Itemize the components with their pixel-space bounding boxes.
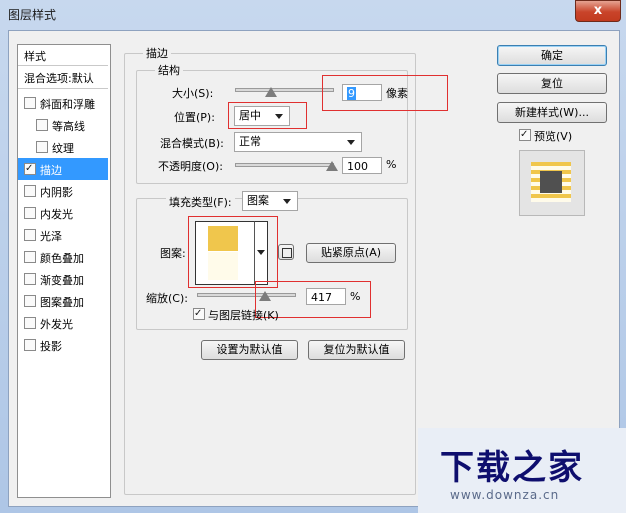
sidebar-item-checkbox[interactable] xyxy=(24,295,36,307)
sidebar-item[interactable]: 内阴影 xyxy=(18,180,108,202)
set-default-button[interactable]: 设置为默认值 xyxy=(201,340,298,360)
blend-mode-value: 正常 xyxy=(239,135,261,148)
preview-thumbnail xyxy=(519,150,585,216)
sidebar-item[interactable]: 投影 xyxy=(18,334,108,356)
link-with-layer-label: 与图层链接(K) xyxy=(208,309,279,322)
preview-label: 预览(V) xyxy=(534,130,573,143)
sidebar-item[interactable]: ✓ 描边 xyxy=(18,158,108,180)
opacity-label: 不透明度(O): xyxy=(158,160,223,173)
fill-type-label: 填充类型(F): xyxy=(166,194,235,210)
sidebar-item-label: 斜面和浮雕 xyxy=(40,98,95,111)
sidebar-item-label: 颜色叠加 xyxy=(40,252,84,265)
pattern-label: 图案: xyxy=(160,247,186,260)
scale-label: 缩放(C): xyxy=(146,292,188,305)
sidebar-item[interactable]: 渐变叠加 xyxy=(18,268,108,290)
chevron-down-icon xyxy=(283,199,291,204)
style-list-header[interactable]: 样式 xyxy=(18,45,108,66)
sidebar-item-label: 外发光 xyxy=(40,318,73,331)
size-slider[interactable] xyxy=(235,88,334,92)
sidebar-item-checkbox[interactable] xyxy=(24,229,36,241)
checkmark-icon: ✓ xyxy=(25,163,34,174)
fill-type-select[interactable]: 图案 xyxy=(242,191,298,211)
size-slider-thumb[interactable] xyxy=(265,87,277,97)
chevron-down-icon xyxy=(347,140,355,145)
close-button[interactable]: x xyxy=(575,0,621,22)
sidebar-item-checkbox[interactable] xyxy=(36,119,48,131)
pattern-highlight-box xyxy=(188,216,278,288)
size-highlight-box xyxy=(322,75,448,111)
sidebar-item-label: 等高线 xyxy=(52,120,85,133)
styles-label: 样式 xyxy=(24,50,46,63)
reset-default-button[interactable]: 复位为默认值 xyxy=(308,340,405,360)
opacity-input[interactable]: 100 xyxy=(342,157,382,174)
watermark-logo: 下载之家 xyxy=(440,448,584,488)
position-label: 位置(P): xyxy=(174,111,215,124)
fill-type-value: 图案 xyxy=(247,194,269,207)
sidebar-item[interactable]: 斜面和浮雕 xyxy=(18,92,108,114)
blend-mode-select[interactable]: 正常 xyxy=(234,132,362,152)
sidebar-item-label: 纹理 xyxy=(52,142,74,155)
new-preset-button[interactable] xyxy=(278,244,294,260)
link-with-layer-checkbox[interactable]: ✓ xyxy=(193,308,205,320)
opacity-slider[interactable] xyxy=(235,163,334,167)
sidebar-item-label: 渐变叠加 xyxy=(40,274,84,287)
sidebar-item-label: 内发光 xyxy=(40,208,73,221)
sidebar-item-checkbox[interactable]: ✓ xyxy=(24,163,36,175)
close-icon: x xyxy=(593,3,603,18)
sidebar-item-label: 投影 xyxy=(40,340,62,353)
checkmark-icon: ✓ xyxy=(520,129,529,140)
stroke-group-title: 描边 xyxy=(143,45,171,61)
sidebar-item[interactable]: 颜色叠加 xyxy=(18,246,108,268)
opacity-slider-thumb[interactable] xyxy=(326,161,338,171)
sidebar-item-checkbox[interactable] xyxy=(24,207,36,219)
sidebar-item-label: 图案叠加 xyxy=(40,296,84,309)
sidebar-item[interactable]: 等高线 xyxy=(18,114,108,136)
sidebar-item[interactable]: 外发光 xyxy=(18,312,108,334)
sidebar-item[interactable]: 图案叠加 xyxy=(18,290,108,312)
opacity-unit: % xyxy=(386,158,397,171)
sidebar-item-checkbox[interactable] xyxy=(24,273,36,285)
sidebar-item-label: 内阴影 xyxy=(40,186,73,199)
sidebar-item[interactable]: 内发光 xyxy=(18,202,108,224)
sidebar-item-checkbox[interactable] xyxy=(24,317,36,329)
blend-options-item[interactable]: 混合选项:默认 xyxy=(18,66,108,89)
checkmark-icon: ✓ xyxy=(194,308,203,319)
preview-checkbox[interactable]: ✓ xyxy=(519,129,531,141)
watermark-url: www.downza.cn xyxy=(450,488,560,502)
sidebar-item[interactable]: 光泽 xyxy=(18,224,108,246)
sidebar-item[interactable]: 纹理 xyxy=(18,136,108,158)
sidebar-item-checkbox[interactable] xyxy=(36,141,48,153)
title-bar[interactable] xyxy=(0,0,626,30)
new-style-button[interactable]: 新建样式(W)... xyxy=(497,102,607,123)
reset-button[interactable]: 复位 xyxy=(497,73,607,94)
window-title: 图层样式 xyxy=(8,8,57,22)
ok-button[interactable]: 确定 xyxy=(497,45,607,66)
blend-options-label: 混合选项:默认 xyxy=(24,72,94,85)
blend-mode-label: 混合模式(B): xyxy=(160,137,224,150)
structure-title: 结构 xyxy=(155,62,183,78)
sidebar-item-checkbox[interactable] xyxy=(24,185,36,197)
sidebar-item-label: 描边 xyxy=(40,164,62,177)
new-preset-icon xyxy=(282,248,292,258)
sidebar-item-label: 光泽 xyxy=(40,230,62,243)
preview-fill xyxy=(540,171,562,193)
position-highlight-box xyxy=(228,102,307,129)
sidebar-item-checkbox[interactable] xyxy=(24,339,36,351)
snap-to-origin-button[interactable]: 贴紧原点(A) xyxy=(306,243,396,263)
sidebar-item-checkbox[interactable] xyxy=(24,251,36,263)
size-label: 大小(S): xyxy=(172,87,214,100)
sidebar-item-checkbox[interactable] xyxy=(24,97,36,109)
